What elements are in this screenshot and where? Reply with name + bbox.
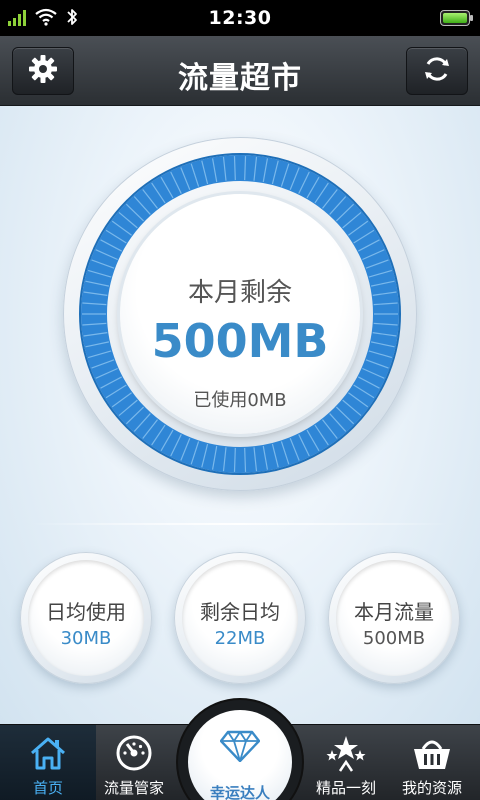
stat-value: 30MB	[60, 628, 112, 649]
main-content: 本月剩余 500MB 已使用0MB 日均使用 30MB 剩余日均 22MB 本月…	[0, 106, 480, 724]
basket-icon	[412, 733, 452, 773]
stars-icon	[326, 733, 366, 773]
nav-label: 幸运达人	[209, 784, 270, 800]
gauge-icon	[114, 733, 154, 773]
diamond-icon	[219, 730, 261, 766]
stat-value: 22MB	[214, 628, 266, 649]
refresh-button[interactable]	[406, 47, 468, 95]
stat-daily-usage: 日均使用 30MB	[20, 552, 152, 684]
nav-label: 精品一刻	[315, 779, 376, 797]
status-bar: 12:30	[0, 0, 480, 36]
stat-label: 日均使用	[46, 600, 126, 624]
stat-monthly-total: 本月流量 500MB	[328, 552, 460, 684]
refresh-icon	[422, 54, 452, 88]
nav-label: 首页	[32, 779, 63, 797]
nav-label: 流量管家	[103, 779, 164, 797]
used-value: 已使用0MB	[193, 390, 287, 411]
nav-manager[interactable]: 流量管家	[86, 725, 182, 800]
home-icon	[28, 733, 68, 773]
nav-boutique[interactable]: 精品一刻	[298, 725, 394, 800]
stat-label: 剩余日均	[200, 600, 280, 624]
remaining-label: 本月剩余	[187, 278, 292, 308]
battery-icon	[440, 10, 473, 26]
stat-value: 500MB	[362, 628, 426, 649]
stat-label: 本月流量	[354, 600, 434, 624]
remaining-value: 500MB	[151, 314, 329, 368]
nav-label: 我的资源	[401, 779, 462, 797]
divider	[30, 523, 450, 525]
status-time: 12:30	[208, 7, 272, 29]
stat-remaining-daily: 剩余日均 22MB	[174, 552, 306, 684]
nav-home[interactable]: 首页	[0, 725, 96, 800]
nav-resources[interactable]: 我的资源	[384, 725, 480, 800]
data-gauge: 本月剩余 500MB 已使用0MB	[63, 137, 417, 491]
title-bar: 流量超市	[0, 36, 480, 106]
gauge-center: 本月剩余 500MB 已使用0MB	[120, 194, 360, 434]
